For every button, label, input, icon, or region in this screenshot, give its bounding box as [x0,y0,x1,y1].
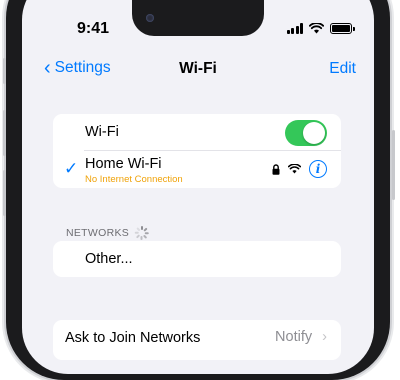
navigation-bar: ‹ Settings Wi-Fi Edit [22,58,374,82]
cellular-signal-icon [286,23,303,34]
wifi-toggle-row: Wi-Fi [53,114,341,151]
network-status: No Internet Connection [85,174,183,185]
chevron-right-icon: › [322,329,327,345]
networks-section-header: NETWORKS [66,226,150,240]
ask-to-join-label: Ask to Join Networks [65,330,201,346]
wifi-label: Wi-Fi [85,124,119,140]
lock-icon [272,163,280,175]
loading-spinner-icon [135,226,150,240]
power-button [392,130,395,200]
ask-to-join-value-text: Notify [275,329,313,345]
wifi-toggle[interactable] [285,120,327,146]
other-network-label: Other... [85,251,133,267]
current-network-row[interactable]: ✓ Home Wi-Fi No Internet Connection i [53,151,341,188]
network-icons: i [272,160,327,178]
action-button [3,58,6,84]
volume-down-button [3,170,6,216]
checkmark-icon: ✓ [64,159,79,178]
ask-to-join-card[interactable]: Ask to Join Networks Notify › [53,320,341,360]
networks-header-label: NETWORKS [66,227,130,239]
volume-up-button [3,110,6,156]
wifi-card: Wi-Fi ✓ Home Wi-Fi No Internet Connectio… [53,114,341,188]
network-name: Home Wi-Fi [85,156,162,172]
other-network-card[interactable]: Other... [53,241,341,277]
status-time: 9:41 [77,20,110,37]
wifi-signal-icon [288,164,301,174]
front-camera [146,14,154,22]
page-title: Wi-Fi [179,60,217,77]
toggle-knob [303,122,325,144]
status-icons [286,23,355,34]
battery-icon [330,23,355,34]
edit-button[interactable]: Edit [329,60,356,78]
info-icon[interactable]: i [309,160,327,178]
phone-screen: 9:41 ‹ Settings Wi-Fi Edit Wi-Fi ✓ Home … [22,0,374,374]
wifi-status-icon [309,23,324,34]
ask-to-join-value: Notify › [275,329,327,345]
